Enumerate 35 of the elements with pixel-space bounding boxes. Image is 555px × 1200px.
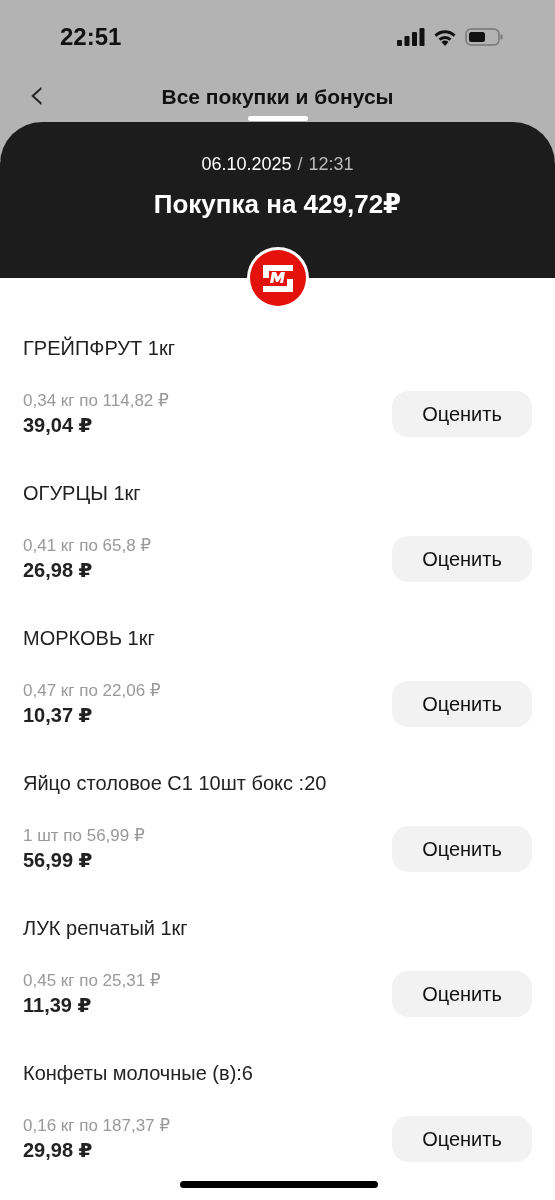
item-total: 56,99 ₽ [23, 848, 94, 873]
back-button[interactable]: ‹ [22, 74, 52, 114]
purchase-title: Покупка на 429,72₽ [153, 189, 402, 220]
page-title: Все покупки и бонусы [161, 85, 394, 109]
item-total: 10,37 ₽ [23, 703, 94, 728]
product-name: Яйцо столовое С1 10шт бокс :20 [23, 771, 328, 795]
unit-price: 0,34 кг по 114,82 ₽ [23, 390, 169, 412]
rate-button[interactable]: Оценить [392, 1116, 532, 1162]
rate-button[interactable]: Оценить [392, 391, 532, 437]
signal-icon [397, 28, 425, 46]
product-name: ГРЕЙПФРУТ 1кг [23, 336, 176, 360]
item-total: 11,39 ₽ [23, 993, 93, 1018]
wifi-icon [433, 28, 457, 46]
purchase-time: 12:31 [308, 154, 354, 175]
status-time: 22:51 [60, 23, 122, 51]
rate-button[interactable]: Оценить [392, 826, 532, 872]
rate-button[interactable]: Оценить [392, 536, 532, 582]
sheet-handle[interactable] [248, 116, 308, 121]
unit-price: 0,16 кг по 187,37 ₽ [23, 1115, 171, 1137]
item-total: 29,98 ₽ [23, 1138, 94, 1163]
product-name: Конфеты молочные (в):6 [23, 1061, 254, 1085]
product-name: ОГУРЦЫ 1кг [23, 481, 142, 505]
separator: / [297, 154, 303, 175]
item-total: 26,98 ₽ [23, 558, 94, 583]
unit-price: 0,47 кг по 22,06 ₽ [23, 680, 161, 702]
battery-icon [465, 27, 503, 47]
purchase-date: 06.10.2025 [201, 154, 292, 175]
rate-button[interactable]: Оценить [392, 681, 532, 727]
unit-price: 0,45 кг по 25,31 ₽ [23, 970, 161, 992]
unit-price: 1 шт по 56,99 ₽ [23, 825, 145, 847]
rate-button[interactable]: Оценить [392, 971, 532, 1017]
unit-price: 0,41 кг по 65,8 ₽ [23, 535, 152, 557]
product-name: ЛУК репчатый 1кг [23, 916, 189, 940]
item-total: 39,04 ₽ [23, 413, 94, 438]
product-name: МОРКОВЬ 1кг [23, 626, 156, 650]
